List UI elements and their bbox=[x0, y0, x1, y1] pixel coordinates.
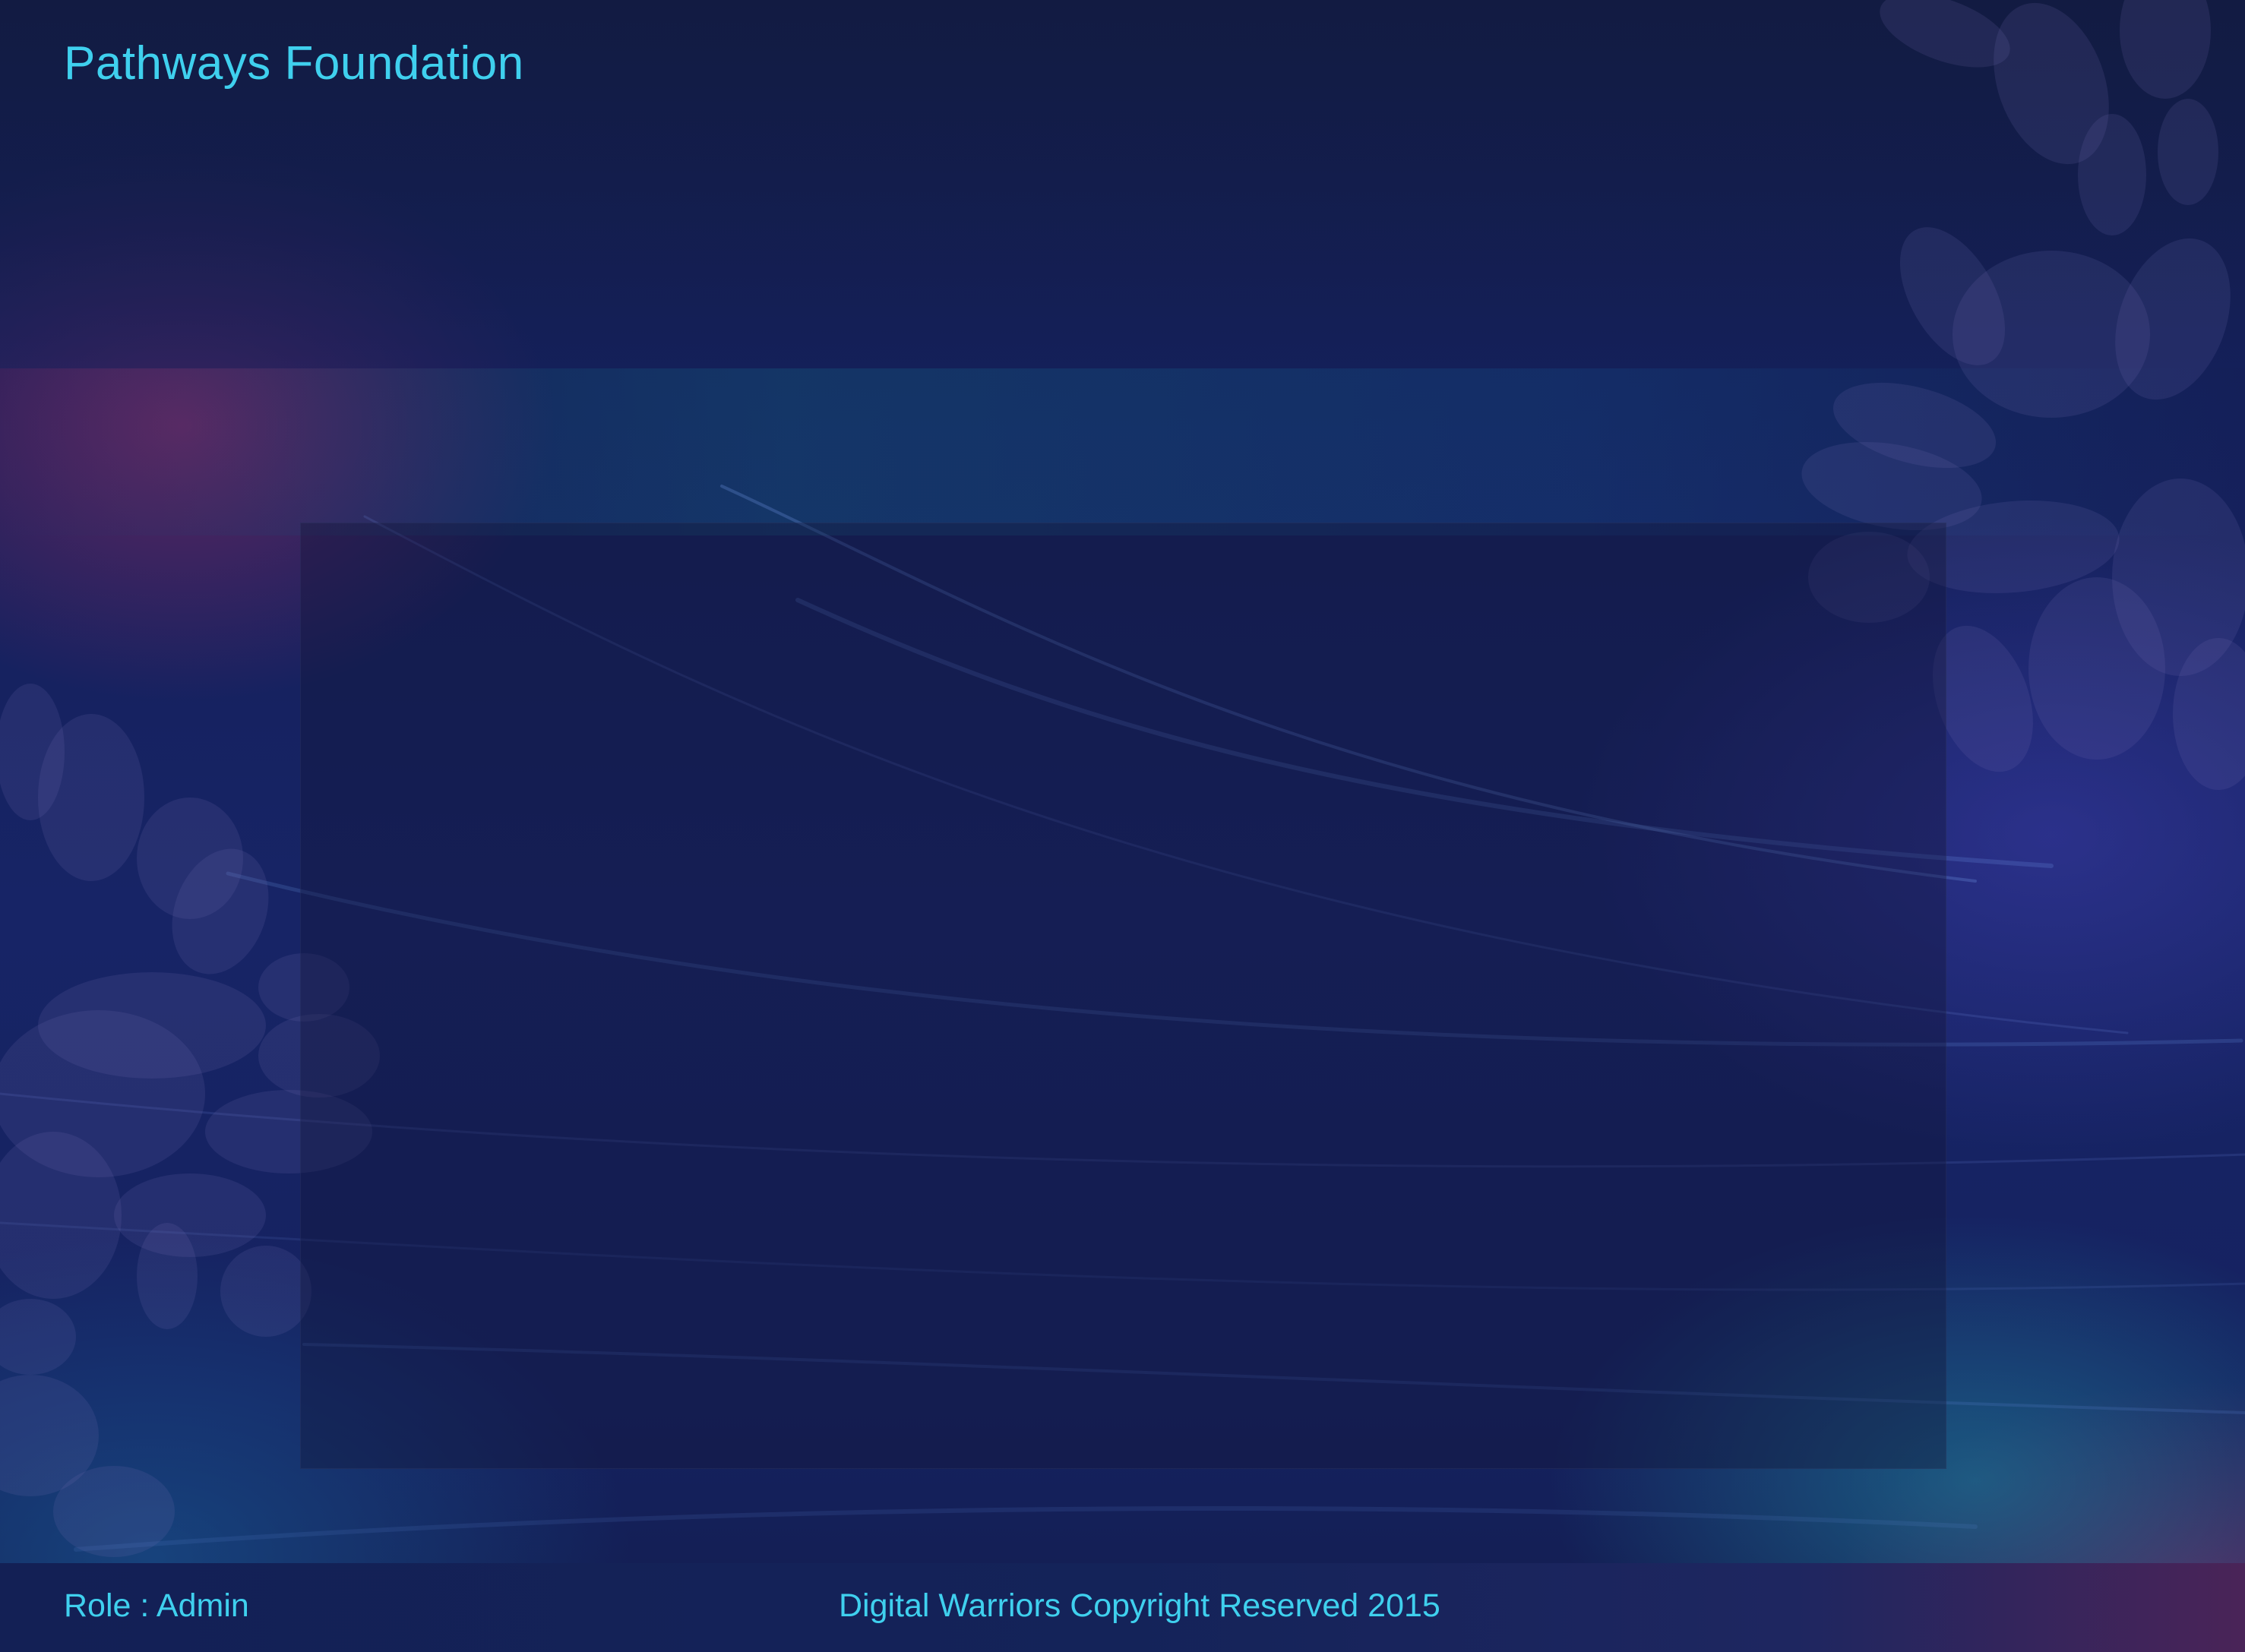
app-brand-title: Pathways Foundation bbox=[64, 37, 524, 90]
main-content-panel bbox=[300, 523, 1946, 1469]
user-role-label: Role : Admin bbox=[64, 1587, 249, 1624]
copyright-notice: Digital Warriors Copyright Reserved 2015 bbox=[839, 1587, 1440, 1624]
